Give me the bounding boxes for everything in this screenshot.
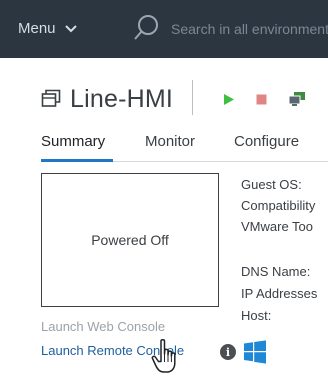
search-input[interactable]: Search in all environments (171, 18, 328, 40)
launch-remote-console-link[interactable]: Launch Remote Console (41, 343, 184, 359)
page-title: Line-HMI (70, 85, 174, 113)
active-tab-indicator (41, 159, 113, 162)
power-status-label: Powered Off (91, 232, 169, 248)
tab-summary[interactable]: Summary (41, 132, 105, 152)
launch-web-console-link[interactable]: Launch Web Console (41, 319, 165, 335)
menu-label: Menu (18, 20, 56, 37)
stop-icon (256, 94, 266, 104)
search-icon[interactable] (133, 13, 161, 43)
top-navigation-bar: Menu Search in all environments (0, 0, 328, 58)
toolbar-divider (192, 80, 193, 115)
power-on-button[interactable] (218, 88, 240, 110)
menu-dropdown[interactable]: Menu (18, 18, 78, 40)
play-icon (224, 93, 234, 105)
tab-configure[interactable]: Configure (234, 132, 299, 152)
dns-name-label: DNS Name: (241, 264, 311, 279)
info-icon[interactable]: i (220, 344, 236, 360)
console-preview[interactable]: Powered Off (41, 173, 219, 307)
tab-monitor[interactable]: Monitor (145, 132, 195, 152)
vmware-tools-label: VMware Too (241, 219, 314, 234)
host-label: Host: (241, 308, 272, 323)
windows-logo-icon (244, 340, 266, 364)
ip-addresses-label: IP Addresses (241, 286, 318, 301)
compatibility-label: Compatibility (241, 198, 316, 213)
vm-title-row: Line-HMI (41, 84, 173, 114)
chevron-down-icon (64, 25, 77, 33)
virtual-machine-icon (41, 89, 61, 107)
open-console-button[interactable] (286, 88, 308, 110)
console-icon (288, 92, 305, 106)
guest-os-label: Guest OS: (241, 177, 302, 192)
power-off-button[interactable] (250, 88, 272, 110)
